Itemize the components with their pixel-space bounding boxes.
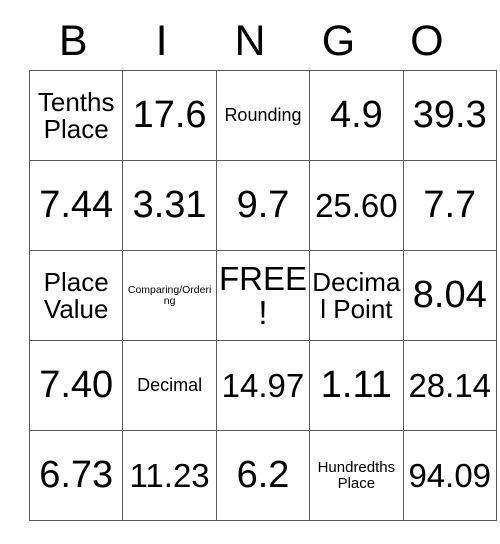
bingo-cell-label: Rounding: [224, 105, 302, 126]
bingo-header-letter-g: G: [321, 16, 356, 65]
bingo-cell-label: 6.73: [39, 454, 114, 497]
bingo-cell[interactable]: 94.09: [402, 430, 497, 521]
bingo-cell-label: 28.14: [408, 366, 492, 404]
bingo-cell-label: 3.31: [132, 184, 207, 227]
bingo-header-letter-o: O: [410, 16, 444, 65]
bingo-cell[interactable]: 17.6: [122, 70, 217, 161]
bingo-cell-label: Comparing/Ordering: [127, 283, 212, 307]
bingo-cell[interactable]: Decimal Point: [309, 250, 404, 341]
bingo-cell[interactable]: Place Value: [28, 250, 124, 341]
bingo-row: 7.40 Decimal 14.97 1.11 28.14: [28, 340, 497, 431]
bingo-header-letter-b: B: [58, 16, 88, 65]
bingo-cell[interactable]: 7.7: [402, 160, 497, 251]
bingo-header-row: B I N G O: [29, 12, 471, 70]
bingo-free-label: FREE!: [218, 259, 307, 331]
bingo-card: B I N G O Tenths Place 17.6 Rounding 4.9…: [28, 12, 497, 521]
bingo-cell-label: Decimal: [137, 375, 203, 396]
bingo-cell-label: 7.7: [423, 184, 477, 227]
bingo-cell-label: Tenths Place: [37, 86, 115, 144]
bingo-cell[interactable]: 4.9: [309, 70, 404, 161]
bingo-cell-label: 1.11: [320, 364, 392, 407]
bingo-cell-label: 25.60: [315, 186, 398, 224]
bingo-row: Place Value Comparing/Ordering FREE! Dec…: [28, 250, 497, 341]
bingo-cell[interactable]: Hundredths Place: [309, 430, 404, 521]
bingo-cell-label: Hundredths Place: [317, 459, 396, 492]
bingo-cell-label: 9.7: [236, 184, 290, 227]
bingo-cell[interactable]: 7.40: [28, 340, 124, 431]
bingo-cell[interactable]: Tenths Place: [28, 70, 124, 161]
bingo-cell[interactable]: 1.11: [309, 340, 404, 431]
bingo-grid: Tenths Place 17.6 Rounding 4.9 39.3 7.44…: [28, 70, 497, 521]
bingo-cell-label: 6.2: [236, 454, 290, 497]
bingo-cell[interactable]: 9.7: [215, 160, 311, 251]
bingo-grid-body: Tenths Place 17.6 Rounding 4.9 39.3 7.44…: [28, 70, 497, 521]
bingo-cell-label: 14.97: [221, 366, 305, 404]
bingo-cell-label: Place Value: [43, 266, 109, 324]
bingo-cell-label: 7.44: [39, 184, 114, 227]
bingo-cell-label: 39.3: [412, 94, 487, 137]
bingo-cell-label: 11.23: [129, 456, 210, 494]
bingo-cell[interactable]: 6.2: [215, 430, 311, 521]
bingo-cell-label: 8.04: [412, 274, 487, 317]
bingo-cell-label: 17.6: [132, 94, 207, 137]
bingo-cell[interactable]: Comparing/Ordering: [122, 250, 217, 341]
bingo-row: 7.44 3.31 9.7 25.60 7.7: [28, 160, 497, 251]
bingo-cell-label: 7.40: [39, 364, 114, 407]
bingo-row: Tenths Place 17.6 Rounding 4.9 39.3: [28, 70, 497, 161]
bingo-header-letter-i: I: [155, 16, 168, 65]
bingo-cell[interactable]: Rounding: [215, 70, 311, 161]
bingo-row: 6.73 11.23 6.2 Hundredths Place 94.09: [28, 430, 497, 521]
bingo-cell-label: Decimal Point: [312, 266, 401, 324]
bingo-cell[interactable]: 6.73: [28, 430, 124, 521]
bingo-cell-label: 94.09: [408, 456, 492, 494]
bingo-cell[interactable]: Decimal: [122, 340, 217, 431]
bingo-cell-label: 4.9: [329, 94, 383, 137]
bingo-cell[interactable]: 3.31: [122, 160, 217, 251]
bingo-header-letter-n: N: [234, 16, 266, 65]
bingo-free-cell[interactable]: FREE!: [215, 250, 311, 341]
bingo-cell[interactable]: 14.97: [215, 340, 311, 431]
bingo-cell[interactable]: 8.04: [402, 250, 497, 341]
bingo-cell[interactable]: 39.3: [402, 70, 497, 161]
bingo-cell[interactable]: 11.23: [122, 430, 217, 521]
bingo-cell[interactable]: 7.44: [28, 160, 124, 251]
bingo-cell[interactable]: 25.60: [309, 160, 404, 251]
bingo-cell[interactable]: 28.14: [402, 340, 497, 431]
